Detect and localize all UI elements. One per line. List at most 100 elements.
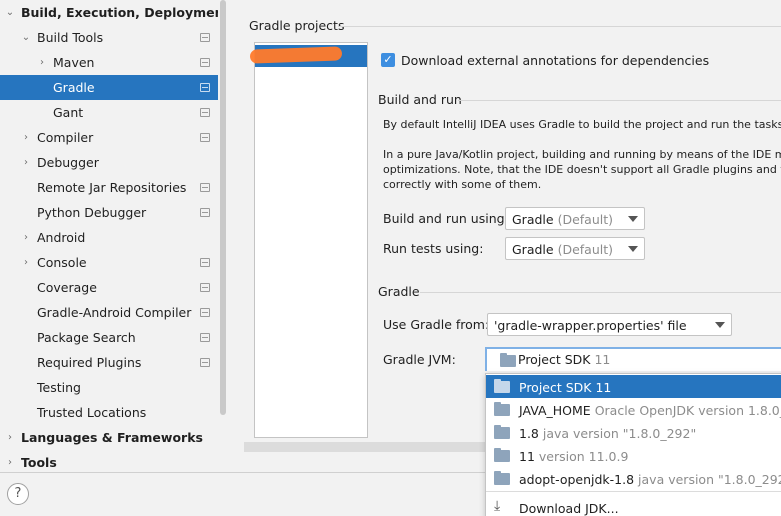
project-level-icon [200,308,210,317]
folder-icon [494,402,510,416]
option-version: Oracle OpenJDK version 1.8.0_77 [594,403,781,418]
tree-item-label: Coverage [37,280,97,295]
jvm-option-adopt-openjdk-1-8[interactable]: adopt-openjdk-1.8 java version "1.8.0_29… [486,467,781,490]
tree-item-label: Required Plugins [37,355,142,370]
build-and-run-description: By default IntelliJ IDEA uses Gradle to … [383,118,781,131]
tree-item-gradle-android-compiler[interactable]: Gradle-Android Compiler [0,300,228,325]
download-jdk-option[interactable]: Download JDK... [519,501,619,516]
tree-item-label: Console [37,255,87,270]
tree-item-maven[interactable]: › Maven [0,50,228,75]
chevron-right-icon[interactable]: › [20,225,32,250]
tree-item-label: Remote Jar Repositories [37,180,187,195]
tree-item-tools[interactable]: › Tools [0,450,228,472]
gradle-jvm-select[interactable]: Project SDK 11 [485,347,781,371]
tree-item-label: Python Debugger [37,205,147,220]
tree-item-label: Gradle [53,80,95,95]
run-tests-using-select[interactable]: Gradle (Default) [505,237,645,260]
option-version: 11 [595,380,612,395]
help-button[interactable]: ? [7,483,29,505]
chevron-right-icon[interactable]: › [36,50,48,75]
project-level-icon [200,108,210,117]
build-and-run-using-label: Build and run using: [383,211,509,226]
tree-item-build-execution-deployment[interactable]: ⌄ Build, Execution, Deployment [0,0,228,25]
select-value: Gradle [512,212,554,227]
project-level-icon [200,83,210,92]
project-level-icon [200,183,210,192]
gradle-jvm-dropdown-list[interactable]: Project SDK 11 JAVA_HOME Oracle OpenJDK … [485,373,781,516]
scrollbar-thumb[interactable] [220,0,226,415]
tree-item-label: Languages & Frameworks [21,430,203,445]
tree-item-compiler[interactable]: › Compiler [0,125,228,150]
jvm-option-11[interactable]: 11 version 11.0.9 [486,444,781,467]
folder-icon [494,425,510,439]
tree-item-build-tools[interactable]: ⌄ Build Tools [0,25,228,50]
tree-item-coverage[interactable]: Coverage [0,275,228,300]
use-gradle-from-select[interactable]: 'gradle-wrapper.properties' file [487,313,732,336]
jvm-option-1-8[interactable]: 1.8 java version "1.8.0_292" [486,421,781,444]
use-gradle-from-label: Use Gradle from: [383,317,490,332]
tree-item-label: Gant [53,105,84,120]
tree-item-required-plugins[interactable]: Required Plugins [0,350,228,375]
dropdown-caret-icon [628,246,638,252]
build-and-run-using-select[interactable]: Gradle (Default) [505,207,645,230]
tree-item-python-debugger[interactable]: Python Debugger [0,200,228,225]
project-level-icon [200,133,210,142]
chevron-down-icon[interactable]: ⌄ [4,0,16,25]
folder-icon [494,448,510,462]
project-level-icon [200,283,210,292]
gradle-section-title: Gradle [378,284,420,299]
tree-item-console[interactable]: › Console [0,250,228,275]
tree-item-android[interactable]: › Android [0,225,228,250]
tree-item-debugger[interactable]: › Debugger [0,150,228,175]
select-hint: (Default) [557,242,614,257]
tree-item-package-search[interactable]: Package Search [0,325,228,350]
divider [338,26,781,27]
download-annotations-checkbox[interactable]: ✓ [381,53,395,67]
option-version: java version "1.8.0_292" [542,426,697,441]
tree-item-label: Tools [21,455,57,470]
project-level-icon [200,333,210,342]
chevron-right-icon[interactable]: › [20,250,32,275]
option-version: java version "1.8.0_292" [638,472,781,487]
download-annotations-label[interactable]: Download external annotations for depend… [401,53,709,68]
settings-tree[interactable]: ⌄ Build, Execution, Deployment ⌄ Build T… [0,0,228,472]
tree-item-testing[interactable]: Testing [0,375,228,400]
chevron-down-icon[interactable]: ⌄ [20,25,32,50]
select-value: Project SDK 11 [518,352,611,367]
option-name: 1.8 [519,426,539,441]
dropdown-caret-icon [715,322,725,328]
tree-item-label: Compiler [37,130,94,145]
tree-item-label: Build Tools [37,30,104,45]
select-hint: (Default) [557,212,614,227]
jvm-option-java-home[interactable]: JAVA_HOME Oracle OpenJDK version 1.8.0_7… [486,398,781,421]
build-and-run-title: Build and run [378,92,462,107]
pure-project-description-line-2: optimizations. Note, that the IDE doesn'… [383,163,781,176]
dropdown-caret-icon [628,216,638,222]
project-level-icon [200,58,210,67]
tree-item-label: Maven [53,55,95,70]
tree-item-gradle[interactable]: Gradle [0,75,228,100]
jvm-option-project-sdk[interactable]: Project SDK 11 [486,375,781,398]
tree-item-label: Package Search [37,330,136,345]
chevron-right-icon[interactable]: › [20,150,32,175]
option-name: Project SDK [519,380,592,395]
tree-item-gant[interactable]: Gant [0,100,228,125]
chevron-right-icon[interactable]: › [20,125,32,150]
tree-item-remote-jar-repositories[interactable]: Remote Jar Repositories [0,175,228,200]
select-value: 'gradle-wrapper.properties' file [494,318,687,333]
gradle-jvm-label: Gradle JVM: [383,352,456,367]
gradle-projects-list[interactable] [254,42,368,438]
folder-icon [494,471,510,485]
tree-item-languages-frameworks[interactable]: › Languages & Frameworks [0,425,228,450]
gradle-projects-title: Gradle projects [249,18,345,33]
folder-icon [494,379,510,393]
chevron-right-icon[interactable]: › [4,425,16,450]
tree-item-label: Trusted Locations [37,405,147,420]
chevron-right-icon[interactable]: › [4,450,16,472]
option-version: version 11.0.9 [538,449,629,464]
select-value: Gradle [512,242,554,257]
project-level-icon [200,208,210,217]
tree-item-label: Debugger [37,155,99,170]
tree-item-trusted-locations[interactable]: Trusted Locations [0,400,228,425]
tree-scrollbar[interactable] [218,0,228,472]
